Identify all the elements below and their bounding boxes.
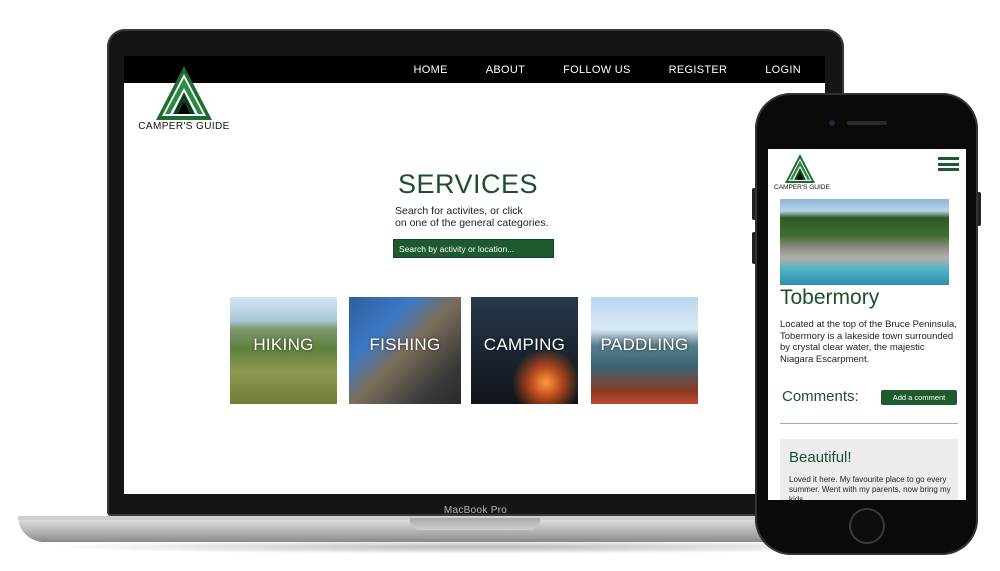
page-title: SERVICES xyxy=(397,169,539,199)
add-comment-button[interactable]: Add a comment xyxy=(881,390,957,405)
services-subtitle: Search for activites, or click on one of… xyxy=(395,205,595,229)
phone-screen: CAMPER'S GUIDE Tobermory Located at the … xyxy=(768,149,966,500)
search-input[interactable] xyxy=(393,239,554,258)
pine-tree-logo-icon xyxy=(785,154,815,183)
hamburger-icon[interactable] xyxy=(938,157,959,171)
divider xyxy=(780,423,958,424)
mobile-logo[interactable]: CAMPER'S GUIDE xyxy=(774,154,830,191)
comment-card: Beautiful! Loved it here. My favourite p… xyxy=(780,439,958,500)
category-label: HIKING xyxy=(253,335,314,354)
nav-home[interactable]: HOME xyxy=(414,64,448,76)
category-label: FISHING xyxy=(369,335,441,354)
destination-description: Located at the top of the Bruce Peninsul… xyxy=(780,319,957,365)
laptop-screen: HOME ABOUT FOLLOW US REGISTER LOGIN CAMP… xyxy=(124,56,825,494)
pine-tree-logo-icon xyxy=(156,66,212,120)
phone-home-button[interactable] xyxy=(849,508,885,544)
comment-body: Loved it here. My favourite place to go … xyxy=(789,475,951,500)
category-fishing[interactable]: FISHING xyxy=(349,297,461,404)
nav-login[interactable]: LOGIN xyxy=(765,64,801,76)
nav-register[interactable]: REGISTER xyxy=(669,64,728,76)
subtitle-line-2: on one of the general categories. xyxy=(395,217,549,229)
category-label: CAMPING xyxy=(483,335,566,354)
phone-camera xyxy=(829,120,835,126)
laptop-notch xyxy=(410,518,540,530)
destination-title: Tobermory xyxy=(780,286,880,309)
subtitle-line-1: Search for activites, or click xyxy=(395,205,523,217)
nav-follow-us[interactable]: FOLLOW US xyxy=(563,64,631,76)
comments-heading: Comments: xyxy=(782,388,859,405)
comment-title: Beautiful! xyxy=(789,449,852,466)
site-logo[interactable]: CAMPER'S GUIDE xyxy=(138,66,230,132)
destination-photo xyxy=(780,199,949,285)
category-label: PADDLING xyxy=(600,335,689,354)
nav-about[interactable]: ABOUT xyxy=(486,64,525,76)
category-camping[interactable]: CAMPING xyxy=(471,297,578,404)
category-paddling[interactable]: PADDLING xyxy=(591,297,698,404)
phone-speaker xyxy=(847,121,887,125)
mobile-logo-text: CAMPER'S GUIDE xyxy=(774,184,830,191)
category-hiking[interactable]: HIKING xyxy=(230,297,337,404)
logo-text: CAMPER'S GUIDE xyxy=(138,121,230,132)
